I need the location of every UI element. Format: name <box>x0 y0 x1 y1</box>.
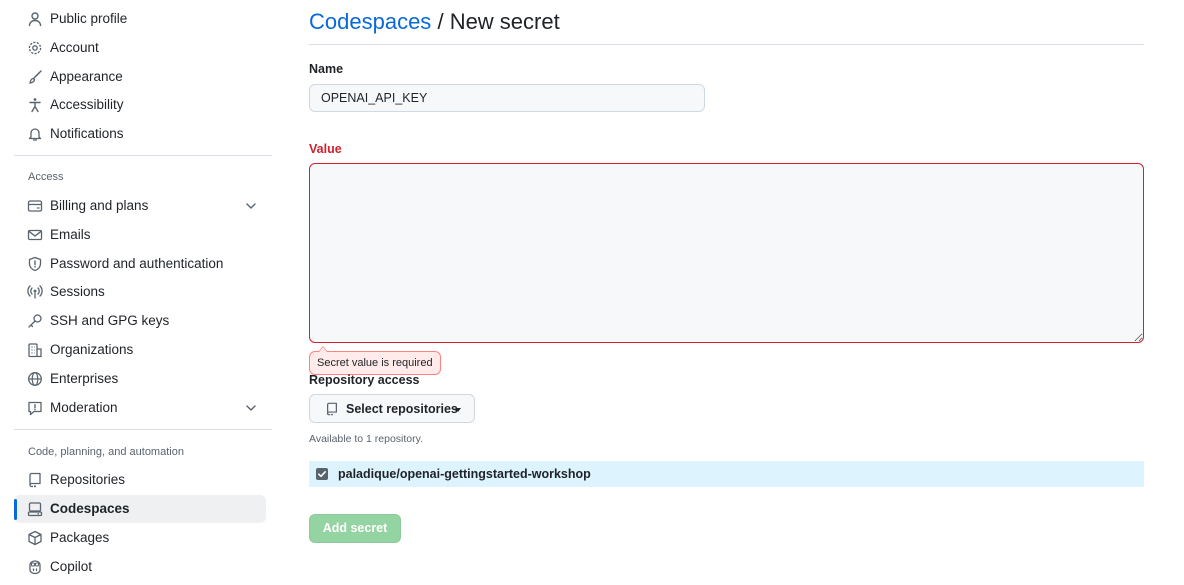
bell-icon <box>27 126 43 142</box>
paintbrush-icon <box>27 69 43 85</box>
main-content: Codespaces / New secret Name Value Secre… <box>309 0 1144 585</box>
organization-icon <box>27 342 43 358</box>
breadcrumb-codespaces-link[interactable]: Codespaces <box>309 9 431 34</box>
sidebar-item-packages[interactable]: Packages <box>14 524 266 552</box>
breadcrumb-current: New secret <box>449 9 560 34</box>
sidebar-heading-access: Access <box>28 171 64 183</box>
name-label: Name <box>309 62 344 76</box>
report-icon <box>27 400 43 416</box>
sidebar-item-account[interactable]: Account <box>14 34 266 62</box>
sidebar-item-notifications[interactable]: Notifications <box>14 120 266 148</box>
repository-access-label: Repository access <box>309 373 420 387</box>
breadcrumb-separator: / <box>437 9 444 34</box>
value-error-message: Secret value is required <box>309 346 441 375</box>
sidebar-item-label: Copilot <box>50 559 93 574</box>
package-icon <box>27 530 43 546</box>
sidebar-item-appearance[interactable]: Appearance <box>14 63 266 91</box>
availability-note: Available to 1 repository. <box>309 433 424 445</box>
sidebar-item-codespaces[interactable]: Codespaces <box>14 495 266 523</box>
sidebar-item-label: Sessions <box>50 284 105 299</box>
shield-icon <box>27 256 43 272</box>
repo-icon <box>325 402 339 416</box>
secret-name-input[interactable] <box>309 84 705 112</box>
sidebar-item-label: Notifications <box>50 126 124 141</box>
sidebar-item-public-profile[interactable]: Public profile <box>14 5 266 33</box>
sidebar-heading-code: Code, planning, and automation <box>28 446 184 458</box>
sidebar-item-moderation[interactable]: Moderation <box>14 394 266 422</box>
sidebar-item-label: Accessibility <box>50 97 124 112</box>
sidebar-item-label: Enterprises <box>50 371 119 386</box>
sidebar-item-label: Emails <box>50 227 91 242</box>
page-title: Codespaces / New secret <box>309 9 560 35</box>
sidebar-item-label: Password and authentication <box>50 256 224 271</box>
sidebar-item-label: Appearance <box>50 69 123 84</box>
sidebar-item-password-auth[interactable]: Password and authentication <box>14 250 266 278</box>
title-divider <box>309 44 1144 45</box>
select-repositories-label: Select repositories <box>346 402 458 416</box>
sidebar-item-label: Packages <box>50 530 110 545</box>
repository-checkbox[interactable] <box>316 468 328 480</box>
sidebar-item-enterprises[interactable]: Enterprises <box>14 365 266 393</box>
sidebar-item-label: Repositories <box>50 472 126 487</box>
globe-icon <box>27 371 43 387</box>
sidebar-divider <box>14 429 272 430</box>
sidebar-item-sessions[interactable]: Sessions <box>14 278 266 306</box>
dropdown-caret-icon <box>455 408 461 412</box>
sidebar-item-label: Account <box>50 40 99 55</box>
copilot-icon <box>27 559 43 575</box>
sidebar-item-repositories[interactable]: Repositories <box>14 466 266 494</box>
sidebar-item-label: Public profile <box>50 11 128 26</box>
select-repositories-button[interactable]: Select repositories <box>309 394 475 423</box>
selected-repository-row: paladique/openai-gettingstarted-workshop <box>309 461 1144 487</box>
key-icon <box>27 313 43 329</box>
sidebar-item-label: Billing and plans <box>50 198 149 213</box>
secret-value-textarea[interactable] <box>309 163 1144 343</box>
gear-icon <box>27 40 43 56</box>
sidebar-item-emails[interactable]: Emails <box>14 221 266 249</box>
sidebar-item-label: Moderation <box>50 400 118 415</box>
codespaces-icon <box>27 501 43 517</box>
accessibility-icon <box>27 97 43 113</box>
sidebar-item-ssh-gpg[interactable]: SSH and GPG keys <box>14 307 266 335</box>
add-secret-button[interactable]: Add secret <box>309 514 401 543</box>
sidebar-item-copilot[interactable]: Copilot <box>14 553 266 581</box>
sidebar-item-label: Codespaces <box>50 501 130 516</box>
sidebar-item-accessibility[interactable]: Accessibility <box>14 91 266 119</box>
sidebar-item-organizations[interactable]: Organizations <box>14 336 266 364</box>
repo-icon <box>27 472 43 488</box>
value-label: Value <box>309 142 342 156</box>
chevron-down-icon[interactable] <box>244 401 258 415</box>
sidebar-item-billing[interactable]: Billing and plans <box>14 192 266 220</box>
repository-name: paladique/openai-gettingstarted-workshop <box>338 467 591 481</box>
chevron-down-icon[interactable] <box>244 199 258 213</box>
broadcast-icon <box>27 284 43 300</box>
mail-icon <box>27 227 43 243</box>
active-indicator <box>14 499 17 520</box>
sidebar-item-label: SSH and GPG keys <box>50 313 170 328</box>
sidebar-item-label: Organizations <box>50 342 134 357</box>
credit-card-icon <box>27 198 43 214</box>
person-icon <box>27 11 43 27</box>
settings-sidebar: Public profile Account Appearance Access… <box>14 0 272 585</box>
sidebar-divider <box>14 155 272 156</box>
